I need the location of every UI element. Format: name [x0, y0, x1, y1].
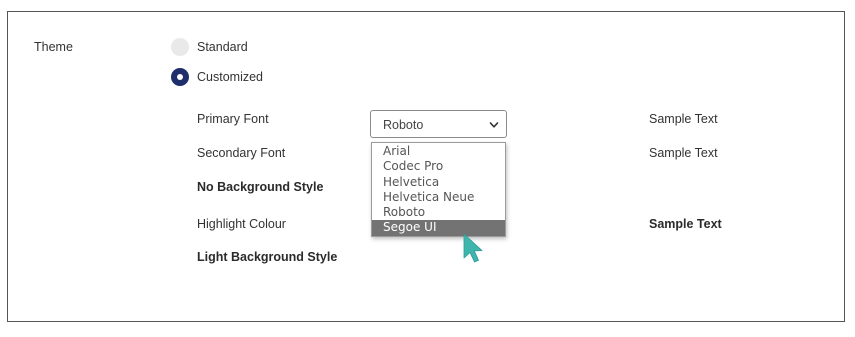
chevron-down-icon [489, 122, 499, 128]
primary-font-dropdown: Arial Codec Pro Helvetica Helvetica Neue… [371, 142, 506, 237]
primary-font-select[interactable]: Roboto [370, 110, 507, 138]
theme-option-standard-label: Standard [197, 40, 248, 54]
radio-customized[interactable] [171, 68, 189, 86]
primary-font-label: Primary Font [197, 112, 269, 126]
theme-option-customized-label: Customized [197, 70, 263, 84]
theme-option-standard[interactable]: Standard [171, 38, 271, 58]
highlight-colour-label: Highlight Colour [197, 217, 286, 231]
font-option-roboto[interactable]: Roboto [372, 205, 505, 220]
no-background-style-label: No Background Style [197, 180, 324, 194]
font-option-codec-pro[interactable]: Codec Pro [372, 159, 505, 174]
highlight-sample-text: Sample Text [649, 217, 722, 231]
light-background-style-label: Light Background Style [197, 250, 338, 264]
theme-label: Theme [34, 40, 73, 54]
secondary-sample-text: Sample Text [649, 146, 718, 160]
font-option-arial[interactable]: Arial [372, 144, 505, 159]
primary-sample-text: Sample Text [649, 112, 718, 126]
mouse-pointer-icon [463, 233, 483, 263]
font-option-helvetica[interactable]: Helvetica [372, 175, 505, 190]
secondary-font-label: Secondary Font [197, 146, 286, 160]
primary-font-select-value: Roboto [383, 118, 424, 132]
radio-standard[interactable] [171, 38, 189, 56]
theme-option-customized[interactable]: Customized [171, 68, 271, 88]
font-option-helvetica-neue[interactable]: Helvetica Neue [372, 190, 505, 205]
radio-selected-dot [177, 74, 183, 80]
